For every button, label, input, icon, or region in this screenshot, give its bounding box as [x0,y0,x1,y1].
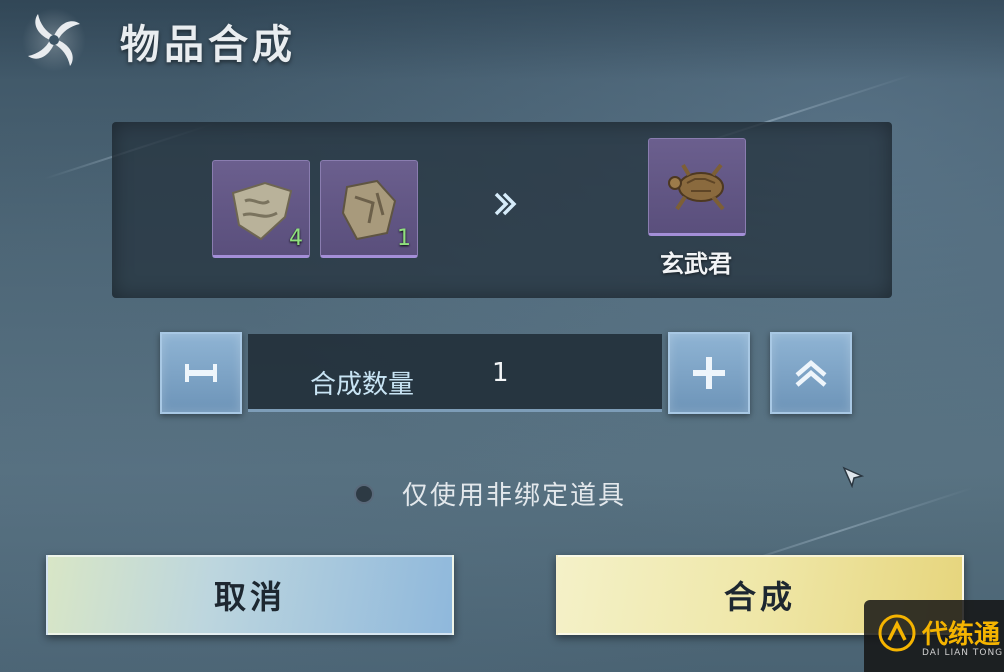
increase-quantity-button[interactable] [668,332,750,414]
quantity-label: 合成数量 [310,370,415,400]
page-title: 物品合成 [120,21,296,68]
ingredient-slot-2[interactable]: 1 [320,160,418,258]
plus-icon [693,357,725,389]
watermark-badge-icon [878,614,916,652]
stone-fragment-icon [231,181,293,241]
ingredient-slot-1[interactable]: 4 [212,160,310,258]
watermark-subtext: DAI LIAN TONG [922,648,1004,658]
quantity-field[interactable]: 合成数量 1 [248,334,662,412]
title-bar: 物品合成 [0,0,1004,80]
rock-shard-icon [341,179,397,241]
result-slot[interactable] [648,138,746,236]
ingredient-count: 4 [289,226,303,251]
cancel-button[interactable]: 取消 [46,555,454,635]
double-chevron-up-icon [795,360,827,387]
mouse-cursor-icon [842,466,864,488]
decrease-quantity-button[interactable] [160,332,242,414]
quantity-value[interactable]: 1 [492,358,509,388]
non-bound-items-radio[interactable] [354,484,374,504]
minus-icon [185,364,217,382]
result-item-name: 玄武君 [660,250,732,278]
watermark-logo: 代练通 DAI LIAN TONG [864,600,1004,672]
non-bound-items-label: 仅使用非绑定道具 [402,481,627,511]
watermark-text: 代练通 [922,620,1001,650]
max-quantity-button[interactable] [770,332,852,414]
double-chevron-right-icon [490,188,522,220]
ingredient-count: 1 [397,226,411,251]
pinwheel-logo-icon [22,8,86,72]
turtle-icon [668,163,725,211]
